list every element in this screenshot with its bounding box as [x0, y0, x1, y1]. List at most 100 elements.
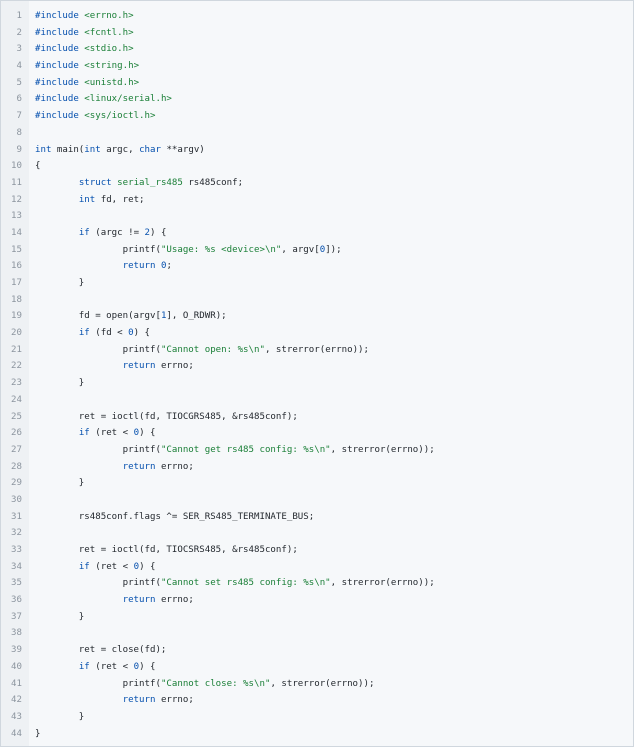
- code-token: , strerror(errno));: [330, 578, 435, 589]
- code-text: #include <stdio.h>: [35, 41, 134, 58]
- code-line: 34 if (ret < 0) {: [1, 559, 633, 576]
- code-token: (fd <: [89, 328, 129, 339]
- code-text: printf("Cannot open: %s\n", strerror(err…: [35, 342, 369, 359]
- code-token: rs485conf.flags ^= SER_RS485_TERMINATE_B…: [35, 511, 315, 522]
- code-line: 20 if (fd < 0) {: [1, 325, 633, 342]
- code-text: return errno;: [35, 692, 194, 709]
- line-number: 24: [11, 394, 22, 405]
- code-token: if: [78, 227, 90, 238]
- code-text: if (argc != 2) {: [35, 225, 167, 242]
- code-text: #include <linux/serial.h>: [35, 91, 172, 108]
- line-number: 36: [11, 595, 22, 606]
- code-token: {: [35, 161, 41, 172]
- code-token: errno;: [155, 361, 194, 372]
- line-number: 43: [11, 711, 22, 722]
- code-token: "Cannot get rs485 config: %s\n": [160, 444, 331, 455]
- line-number: 14: [11, 227, 22, 238]
- code-token: printf(: [35, 244, 161, 255]
- code-line: 18: [1, 292, 633, 309]
- line-number: 7: [16, 111, 22, 122]
- code-line: 30: [1, 492, 633, 509]
- line-number: 8: [16, 127, 22, 138]
- code-line: 5 #include <unistd.h>: [1, 75, 633, 92]
- line-number: 22: [11, 361, 22, 372]
- code-line: 3 #include <stdio.h>: [1, 41, 633, 58]
- code-token: #include: [35, 61, 79, 72]
- code-token: char: [139, 144, 161, 155]
- code-token: , strerror(errno));: [330, 444, 435, 455]
- code-text: #include <fcntl.h>: [35, 25, 134, 42]
- code-token: , strerror(errno));: [270, 678, 375, 689]
- code-line: 10 {: [1, 158, 633, 175]
- code-text: }: [35, 609, 84, 626]
- line-number: 37: [11, 611, 22, 622]
- code-text: }: [35, 709, 84, 726]
- code-text: int fd, ret;: [35, 192, 145, 209]
- code-token: #include: [35, 77, 79, 88]
- line-number: 21: [11, 344, 22, 355]
- code-token: ) {: [139, 661, 156, 672]
- code-token: ;: [166, 261, 172, 272]
- code-token: fd, ret;: [95, 194, 145, 205]
- line-number: 31: [11, 511, 22, 522]
- code-token: , argv[: [281, 244, 320, 255]
- line-number: 33: [11, 545, 22, 555]
- code-token: "Cannot set rs485 config: %s\n": [160, 578, 331, 589]
- code-token: errno;: [155, 695, 194, 706]
- line-number: 19: [11, 311, 22, 322]
- code-line: 26 if (ret < 0) {: [1, 425, 633, 442]
- code-lines: 1 #include <errno.h> 2 #include <fcntl.h> 3 #…: [1, 8, 633, 742]
- code-line: 23 }: [1, 375, 633, 392]
- line-number: 20: [11, 328, 22, 339]
- code-line: 15 printf("Usage: %s <device>\n", argv[0…: [1, 242, 633, 259]
- code-text: if (ret < 0) {: [35, 659, 156, 676]
- code-token: printf(: [35, 344, 161, 355]
- code-text: printf("Cannot set rs485 config: %s\n", …: [35, 575, 435, 592]
- code-token: int: [78, 194, 96, 205]
- code-token: "Cannot open: %s\n": [160, 344, 265, 355]
- code-text: return errno;: [35, 592, 194, 609]
- code-token: if: [78, 428, 90, 439]
- code-token: ) {: [133, 328, 151, 339]
- code-block[interactable]: 1 #include <errno.h> 2 #include <fcntl.h> 3 #…: [0, 0, 634, 747]
- code-text: #include <sys/ioctl.h>: [35, 108, 155, 125]
- code-token: }: [35, 278, 85, 288]
- line-number: 30: [11, 494, 22, 505]
- code-line: 31 rs485conf.flags ^= SER_RS485_TERMINAT…: [1, 509, 633, 526]
- code-line: 22 return errno;: [1, 358, 633, 375]
- code-text: #include <unistd.h>: [35, 75, 139, 92]
- code-line: 17 }: [1, 275, 633, 292]
- line-number: 13: [11, 211, 22, 222]
- code-text: printf("Cannot get rs485 config: %s\n", …: [35, 442, 435, 459]
- code-line: 36 return errno;: [1, 592, 633, 609]
- code-token: struct: [78, 177, 112, 188]
- line-number: 38: [11, 628, 22, 639]
- code-text: struct serial_rs485 rs485conf;: [35, 175, 243, 192]
- code-token: }: [35, 728, 41, 739]
- code-line: 7 #include <sys/ioctl.h>: [1, 108, 633, 125]
- code-token: <fcntl.h>: [84, 27, 134, 38]
- code-token: (ret <: [89, 428, 134, 439]
- code-token: }: [35, 711, 85, 722]
- code-line: 8: [1, 125, 633, 142]
- code-token: #include: [35, 11, 79, 21]
- line-number: 41: [11, 678, 22, 689]
- code-text: int main(int argc, char **argv): [35, 142, 205, 159]
- code-line: 37 }: [1, 609, 633, 626]
- line-number: 35: [11, 578, 22, 589]
- code-text: }: [35, 275, 84, 292]
- line-number: 6: [16, 94, 22, 105]
- code-line: 9 int main(int argc, char **argv): [1, 142, 633, 159]
- code-text: return errno;: [35, 358, 194, 375]
- code-line: 39 ret = close(fd);: [1, 642, 633, 659]
- line-number: 39: [11, 645, 22, 656]
- code-token: #include: [35, 27, 79, 38]
- code-token: ) {: [139, 561, 156, 572]
- code-token: int: [84, 144, 101, 155]
- code-token: return: [122, 261, 156, 272]
